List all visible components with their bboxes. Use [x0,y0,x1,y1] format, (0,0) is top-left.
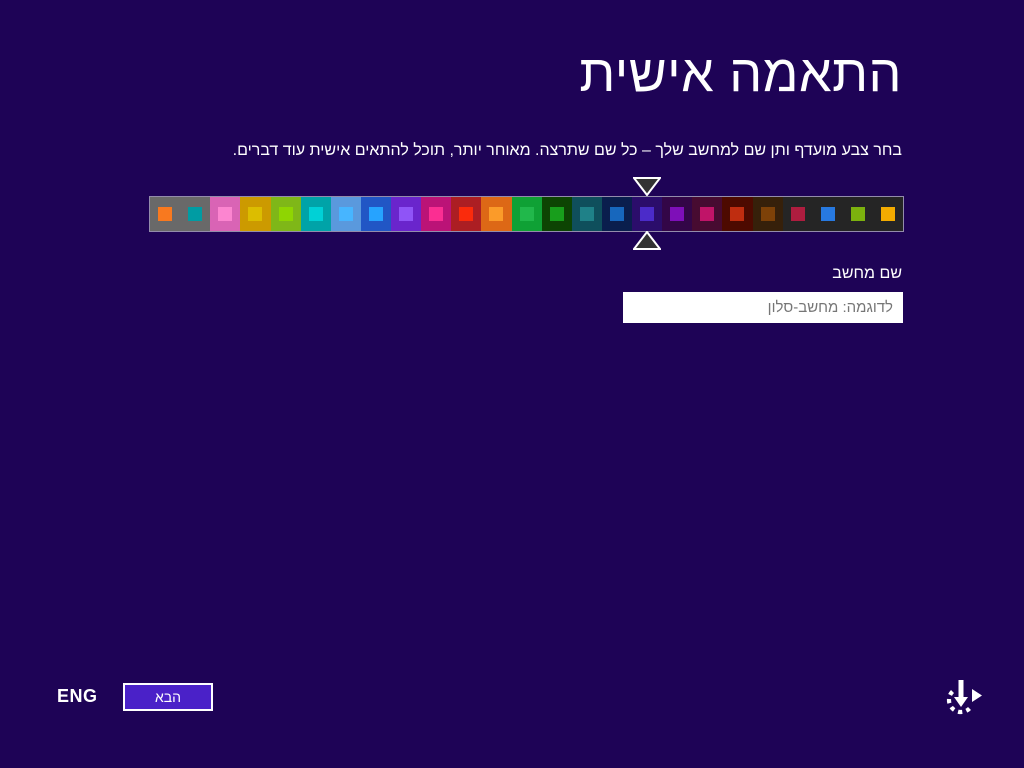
color-cell-accent [670,207,685,221]
next-button[interactable]: הבא [123,683,213,711]
color-cell-accent [429,207,444,221]
color-cell-accent [459,207,474,221]
color-cell-accent [850,207,865,221]
personalize-screen: התאמה אישית בחר צבע מועדף ותן שם למחשב ש… [0,0,1024,768]
color-cell-6[interactable] [330,197,361,231]
language-indicator[interactable]: ENG [57,686,98,707]
color-cell-accent [640,207,655,221]
color-cell-accent [760,207,775,221]
color-cell-accent [368,207,383,221]
computer-name-label: שם מחשב [832,265,902,282]
color-cell-accent [790,207,805,221]
color-cell-24[interactable] [873,197,904,231]
color-cell-accent [700,207,715,221]
color-cell-accent [881,207,896,221]
color-cell-13[interactable] [541,197,572,231]
color-cell-accent [248,207,263,221]
color-cell-8[interactable] [391,197,422,231]
color-cell-accent [188,207,203,221]
color-slider-marker-top[interactable] [632,177,661,196]
ease-of-access-icon[interactable] [939,676,983,720]
color-cell-3[interactable] [240,197,271,231]
color-cell-19[interactable] [722,197,753,231]
color-cell-accent [399,207,414,221]
color-cell-12[interactable] [511,197,542,231]
color-cell-0[interactable] [150,197,181,231]
color-cell-9[interactable] [421,197,452,231]
color-cell-accent [549,207,564,221]
color-cell-accent [730,207,745,221]
color-cell-accent [820,207,835,221]
computer-name-input[interactable] [623,292,903,323]
color-cell-4[interactable] [270,197,301,231]
color-cell-accent [308,207,323,221]
color-cell-1[interactable] [180,197,211,231]
color-cell-22[interactable] [812,197,843,231]
color-cell-2[interactable] [210,197,241,231]
color-cell-16[interactable] [632,197,663,231]
color-cell-15[interactable] [601,197,632,231]
color-cell-10[interactable] [451,197,482,231]
color-slider-marker-bottom[interactable] [632,231,661,250]
color-cell-accent [218,207,233,221]
color-cell-14[interactable] [571,197,602,231]
color-cell-21[interactable] [782,197,813,231]
color-cell-18[interactable] [692,197,723,231]
color-cell-17[interactable] [662,197,693,231]
color-cell-accent [158,207,173,221]
color-cell-accent [579,207,594,221]
color-cell-accent [338,207,353,221]
color-cell-accent [519,207,534,221]
page-title: התאמה אישית [579,45,902,103]
color-cell-11[interactable] [481,197,512,231]
color-cell-accent [609,207,624,221]
color-cell-7[interactable] [360,197,391,231]
color-cell-accent [489,207,504,221]
color-strip [149,196,904,232]
page-subtitle: בחר צבע מועדף ותן שם למחשב שלך – כל שם ש… [232,142,902,159]
color-cell-23[interactable] [842,197,873,231]
color-cell-20[interactable] [752,197,783,231]
color-cell-5[interactable] [300,197,331,231]
color-cell-accent [278,207,293,221]
